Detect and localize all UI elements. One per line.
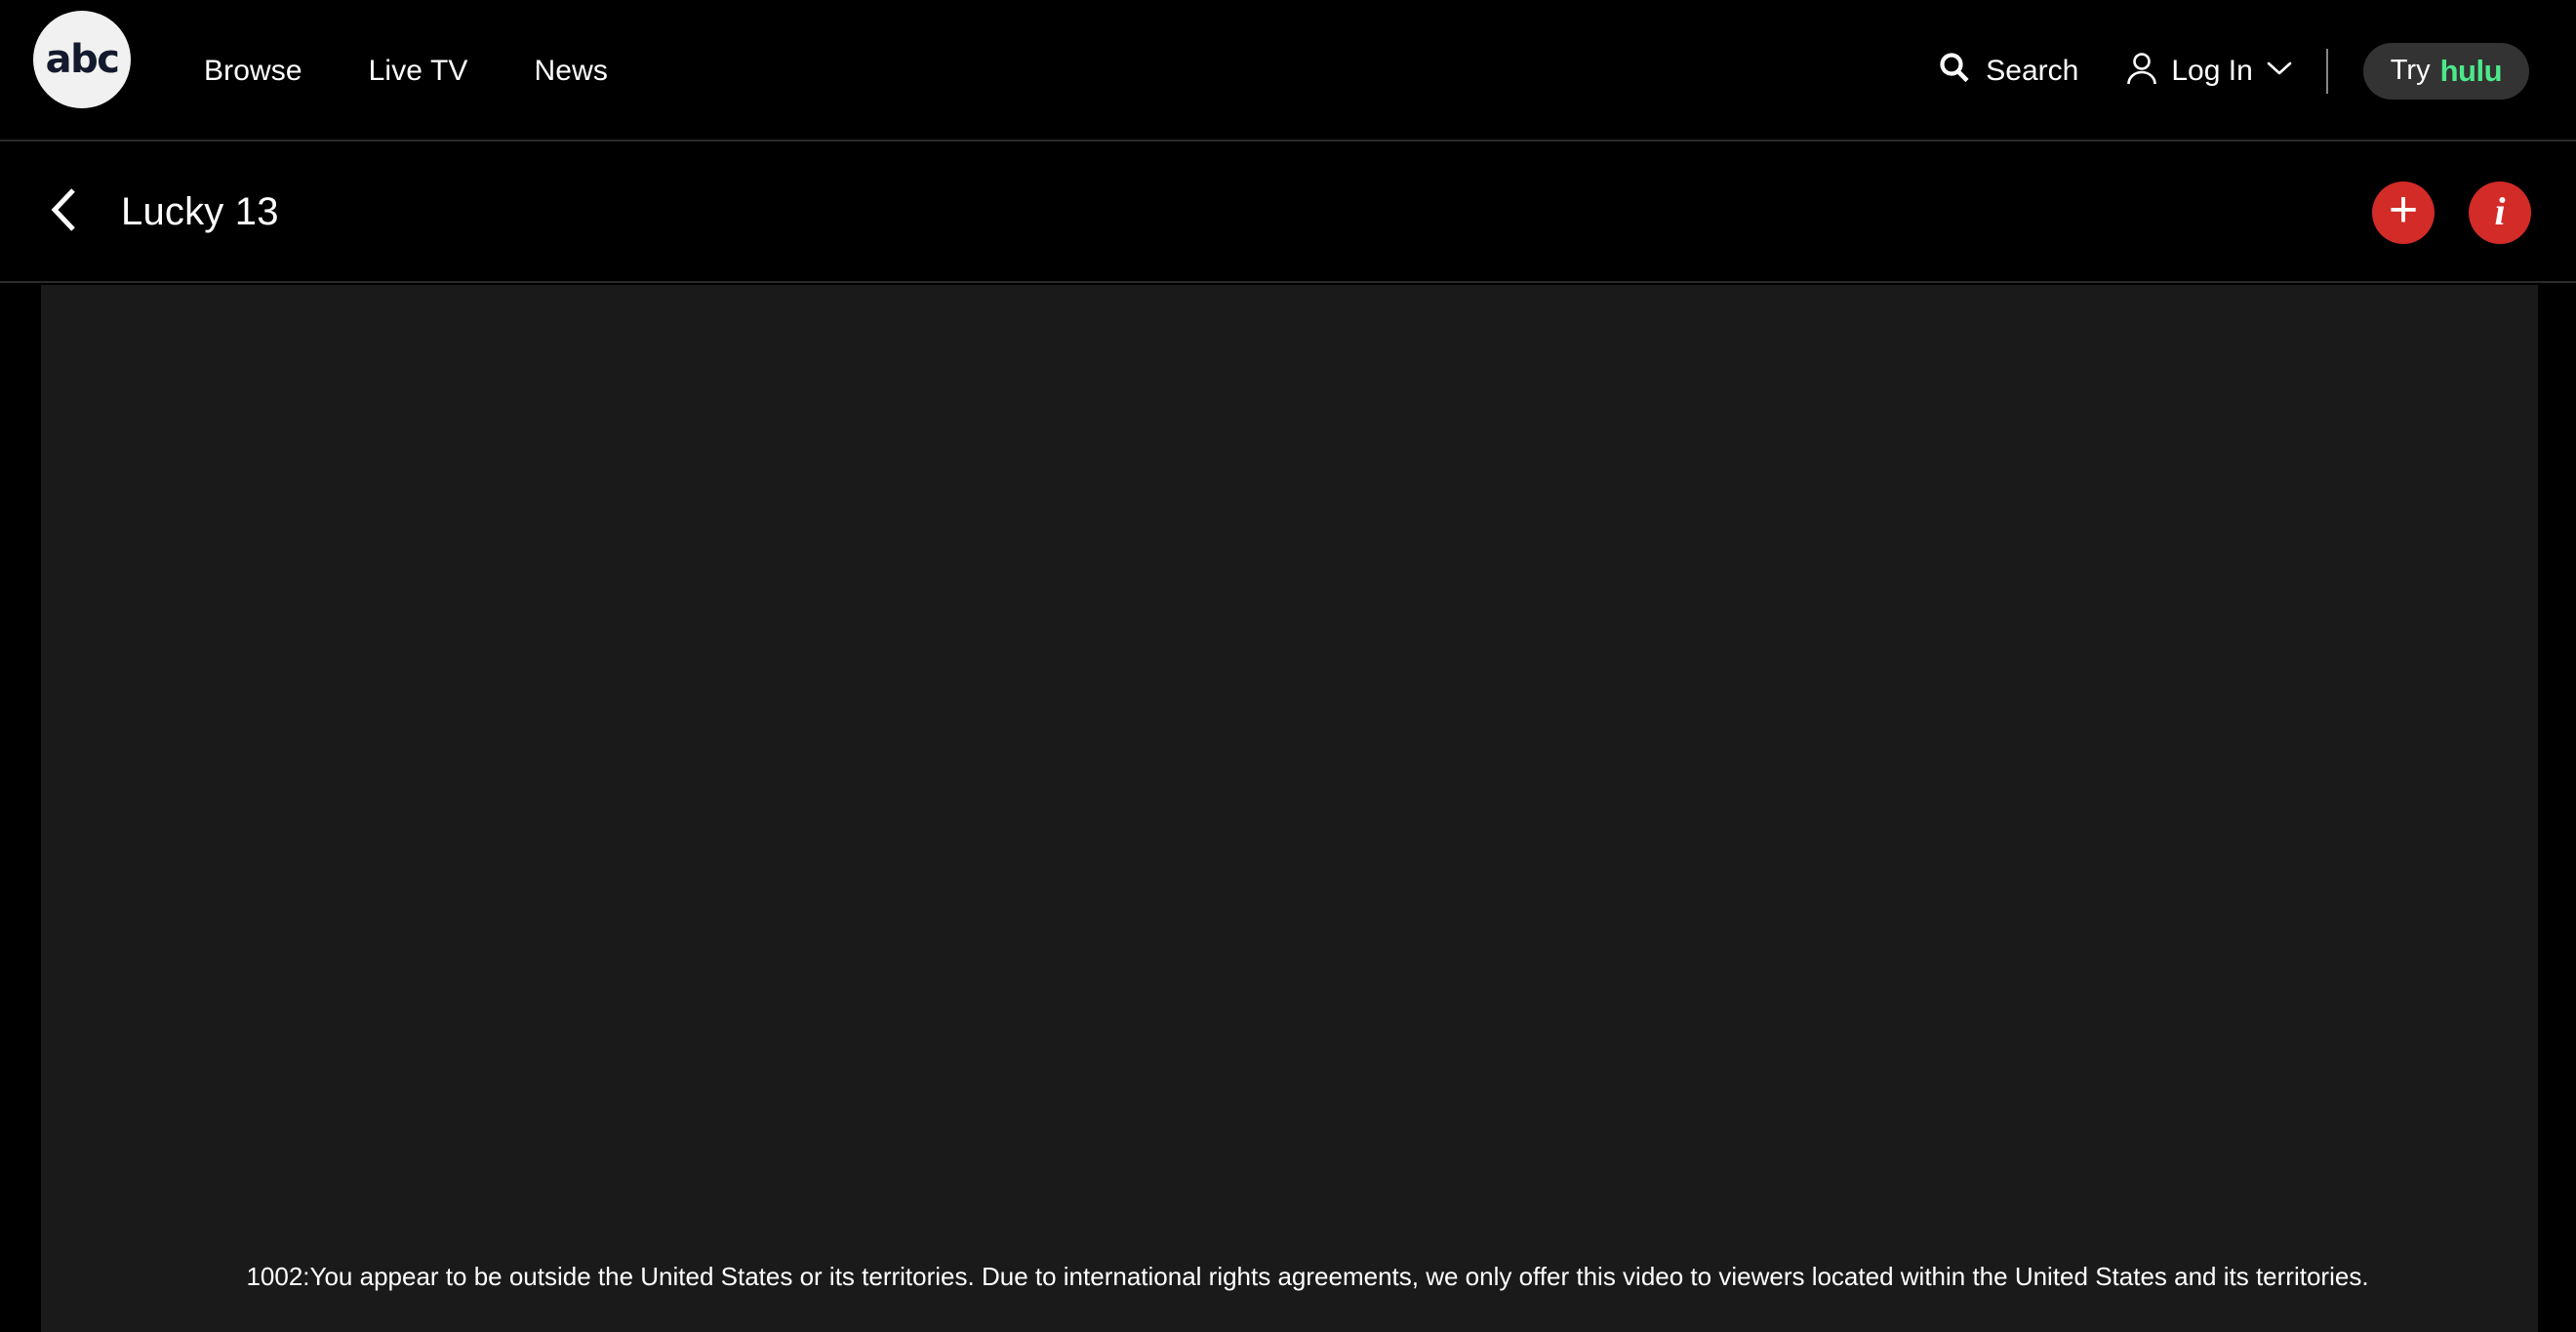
try-hulu-button[interactable]: Try hulu: [2362, 42, 2529, 100]
back-button[interactable]: [39, 186, 92, 239]
try-hulu-prefix: Try: [2390, 55, 2431, 86]
player-error-message: 1002:You appear to be outside the United…: [246, 1262, 2369, 1291]
login-label: Log In: [2171, 54, 2253, 87]
hulu-wordmark: hulu: [2439, 53, 2503, 88]
search-button[interactable]: Search: [1937, 51, 2078, 91]
person-icon: [2125, 50, 2158, 92]
info-button[interactable]: i: [2469, 181, 2531, 244]
video-player-stage[interactable]: 1002:You appear to be outside the United…: [41, 285, 2538, 1332]
login-button[interactable]: Log In: [2125, 50, 2292, 92]
page-title: Lucky 13: [121, 190, 279, 233]
chevron-left-icon: [46, 185, 85, 239]
header-right-controls: Search Log In Try hulu: [1937, 0, 2529, 141]
nav-item-browse[interactable]: Browse: [190, 55, 336, 88]
add-to-my-list-button[interactable]: +: [2372, 181, 2435, 244]
search-icon: [1937, 51, 1972, 91]
site-header: abc Browse Live TV News Search Log In Tr…: [0, 0, 2576, 141]
nav-item-news[interactable]: News: [502, 55, 641, 88]
show-title-bar: Lucky 13 + i: [0, 143, 2576, 283]
nav-item-live-tv[interactable]: Live TV: [336, 55, 502, 88]
header-divider: [2325, 48, 2328, 94]
title-bar-actions: + i: [2372, 181, 2531, 244]
player-error-overlay: 1002:You appear to be outside the United…: [41, 285, 2538, 1332]
info-icon: i: [2494, 188, 2506, 233]
chevron-down-icon: [2266, 60, 2293, 82]
search-label: Search: [1986, 54, 2079, 87]
main-navigation: Browse Live TV News: [190, 0, 641, 141]
abc-logo-wordmark: abc: [45, 36, 120, 82]
plus-icon: +: [2388, 182, 2419, 238]
abc-logo-icon[interactable]: abc: [33, 11, 131, 108]
abc-video-player-page: abc Browse Live TV News Search Log In Tr…: [0, 0, 2576, 1332]
